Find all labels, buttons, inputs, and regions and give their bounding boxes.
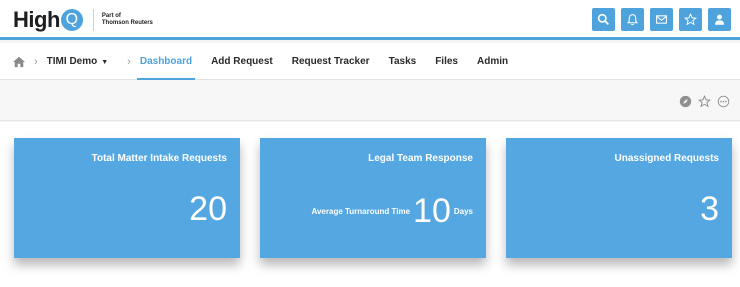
card-unassigned-requests[interactable]: Unassigned Requests 3 xyxy=(506,138,732,258)
nav-row: › TIMI Demo ▼ › Dashboard Add Request Req… xyxy=(12,43,527,80)
logo-sub-line1: Part of xyxy=(101,13,121,19)
more-icon[interactable] xyxy=(717,95,730,108)
favorites-button[interactable] xyxy=(679,8,702,31)
mail-icon xyxy=(656,15,667,24)
site-switcher[interactable]: TIMI Demo ▼ xyxy=(47,43,109,80)
home-icon[interactable] xyxy=(12,56,26,68)
turnaround-row: Average Turnaround Time 10 Days xyxy=(312,192,474,231)
tab-request-tracker[interactable]: Request Tracker xyxy=(292,43,370,80)
card-title: Unassigned Requests xyxy=(614,153,719,164)
header-actions xyxy=(592,8,731,31)
caret-down-icon: ▼ xyxy=(101,59,109,66)
nav-bar: › TIMI Demo ▼ › Dashboard Add Request Req… xyxy=(0,43,740,80)
tab-files[interactable]: Files xyxy=(435,43,458,80)
page-toolbar xyxy=(0,81,740,121)
bell-icon xyxy=(626,14,639,26)
user-icon xyxy=(715,14,724,25)
card-title: Total Matter Intake Requests xyxy=(91,153,227,164)
turnaround-label: Average Turnaround Time xyxy=(311,207,411,216)
card-value: 10 xyxy=(413,192,451,230)
breadcrumb-chevron-icon: › xyxy=(127,55,131,68)
card-value: 20 xyxy=(189,190,227,228)
logo-q: Q xyxy=(60,9,83,31)
card-value: 3 xyxy=(700,190,719,228)
highq-logo[interactable]: High Q Part of Thomson Reuters xyxy=(13,7,153,33)
logo-text: High xyxy=(13,7,60,32)
logo-sub-line2: Thomson Reuters xyxy=(101,20,153,26)
star-icon xyxy=(684,13,697,26)
page-actions xyxy=(679,95,730,108)
turnaround-unit: Days xyxy=(453,207,473,216)
search-icon xyxy=(597,13,609,25)
tab-add-request[interactable]: Add Request xyxy=(211,43,273,80)
logo-divider xyxy=(92,9,94,31)
messages-button[interactable] xyxy=(650,8,673,31)
search-button[interactable] xyxy=(592,8,615,31)
card-total-matter-intake[interactable]: Total Matter Intake Requests 20 xyxy=(14,138,240,258)
profile-button[interactable] xyxy=(708,8,731,31)
notifications-button[interactable] xyxy=(621,8,644,31)
card-legal-team-response[interactable]: Legal Team Response Average Turnaround T… xyxy=(260,138,486,258)
compass-icon[interactable] xyxy=(679,95,692,108)
top-header: High Q Part of Thomson Reuters xyxy=(0,0,740,40)
card-title: Legal Team Response xyxy=(368,153,473,164)
site-switcher-label: TIMI Demo xyxy=(46,56,98,67)
tab-admin[interactable]: Admin xyxy=(477,43,508,80)
breadcrumb-chevron-icon: › xyxy=(34,55,38,68)
tab-tasks[interactable]: Tasks xyxy=(389,43,417,80)
dashboard-content: Total Matter Intake Requests 20 Legal Te… xyxy=(0,122,740,287)
logo-subtitle: Part of Thomson Reuters xyxy=(102,13,153,27)
star-outline-icon[interactable] xyxy=(698,95,711,108)
tab-dashboard[interactable]: Dashboard xyxy=(136,43,196,80)
